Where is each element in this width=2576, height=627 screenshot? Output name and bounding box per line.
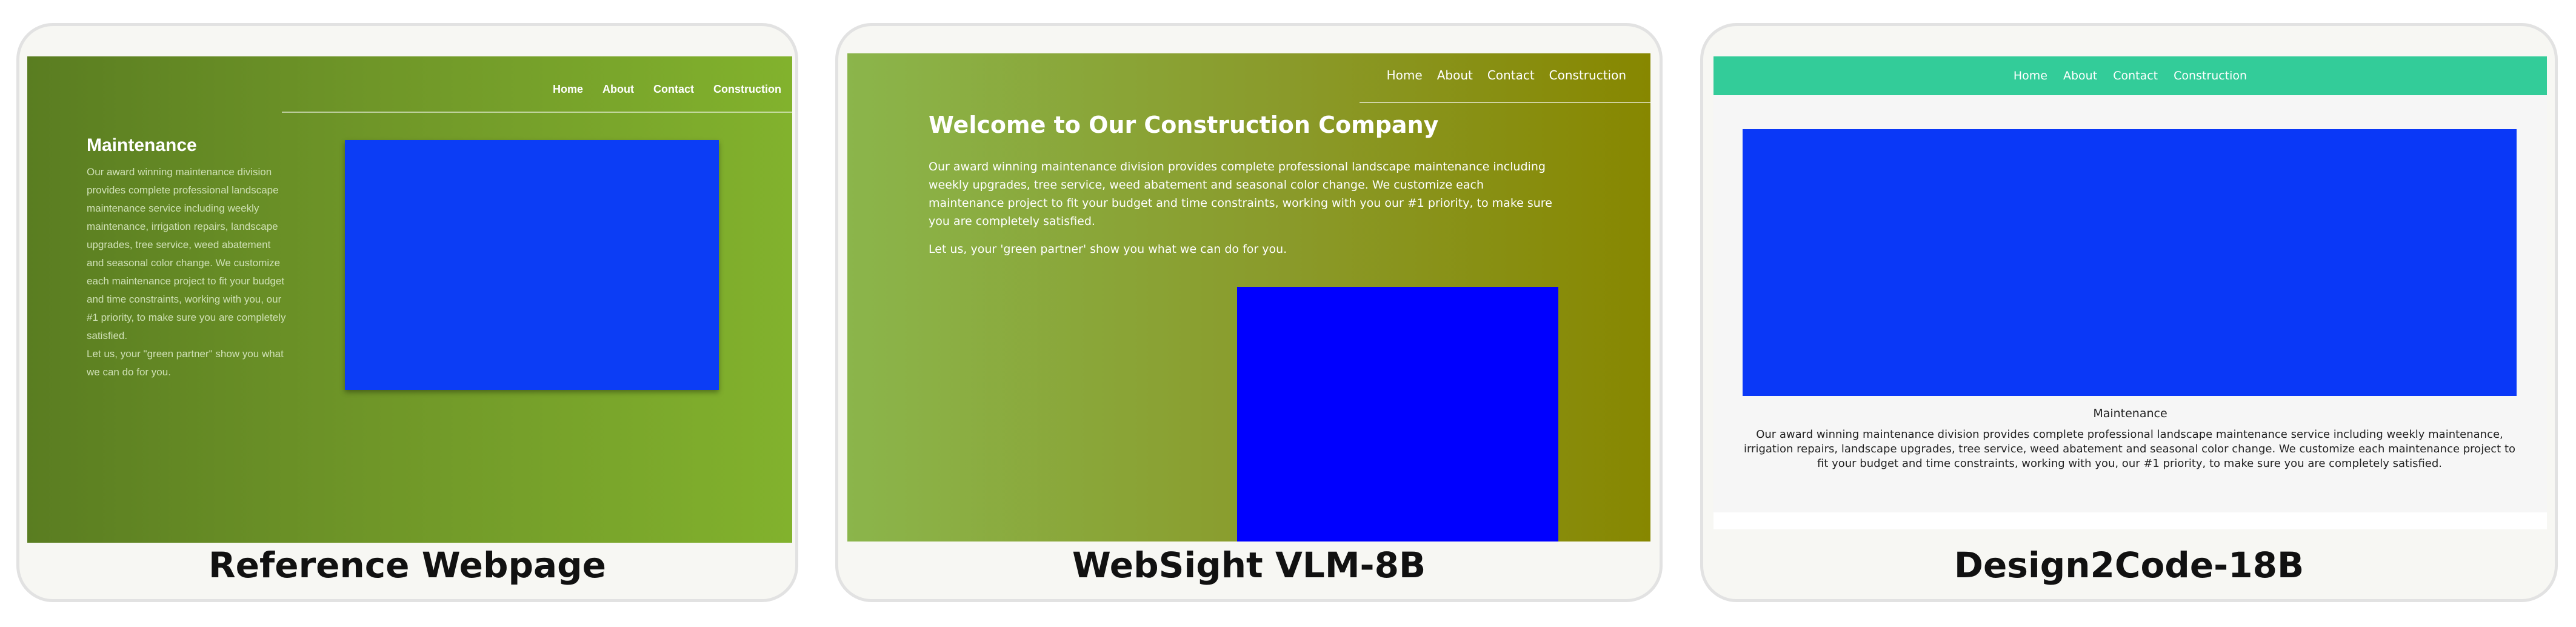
nav-construction-link[interactable]: Construction xyxy=(1549,68,1626,82)
nav-home-link[interactable]: Home xyxy=(553,83,583,96)
design2code-screenshot: Home About Contact Construction Maintena… xyxy=(1713,56,2547,529)
nav-contact-link[interactable]: Contact xyxy=(653,83,694,96)
reference-screenshot: Home About Contact Construction Maintena… xyxy=(27,56,792,543)
image-placeholder xyxy=(1743,129,2517,396)
design2code-nav: Home About Contact Construction xyxy=(1713,56,2547,95)
panel-caption: Reference Webpage xyxy=(209,545,606,586)
websight-panel: Home About Contact Construction Welcome … xyxy=(835,23,1663,602)
reference-panel: Home About Contact Construction Maintena… xyxy=(16,23,798,602)
paragraph: Our award winning maintenance division p… xyxy=(929,160,1552,228)
panel-caption: Design2Code-18B xyxy=(1954,545,2304,586)
paragraph: Our award winning maintenance division p… xyxy=(87,166,286,341)
hero-title: Welcome to Our Construction Company xyxy=(929,112,1439,138)
nav-home-link[interactable]: Home xyxy=(2014,69,2047,82)
nav-contact-link[interactable]: Contact xyxy=(2113,69,2158,82)
nav-construction-link[interactable]: Construction xyxy=(2174,69,2247,82)
footer xyxy=(1713,512,2547,529)
image-placeholder xyxy=(345,140,719,390)
nav-home-link[interactable]: Home xyxy=(1387,68,1423,82)
section-title: Maintenance xyxy=(2093,407,2167,420)
reference-nav: Home About Contact Construction xyxy=(553,83,781,96)
websight-screenshot: Home About Contact Construction Welcome … xyxy=(847,53,1650,542)
nav-about-link[interactable]: About xyxy=(602,83,634,96)
nav-divider xyxy=(282,112,792,113)
hero-text: Our award winning maintenance division p… xyxy=(929,158,1562,268)
nav-about-link[interactable]: About xyxy=(1437,68,1473,82)
section-text: Our award winning maintenance division p… xyxy=(87,163,290,381)
design2code-panel: Home About Contact Construction Maintena… xyxy=(1700,23,2558,602)
panel-caption: WebSight VLM-8B xyxy=(1072,545,1426,586)
section-text: Our award winning maintenance division p… xyxy=(1743,428,2516,470)
websight-nav: Home About Contact Construction xyxy=(1387,68,1626,82)
section-title: Maintenance xyxy=(87,135,197,155)
nav-divider xyxy=(1360,102,1650,103)
nav-about-link[interactable]: About xyxy=(2063,69,2097,82)
image-placeholder xyxy=(1237,287,1558,542)
paragraph: Let us, your 'green partner' show you wh… xyxy=(929,243,1287,256)
nav-contact-link[interactable]: Contact xyxy=(1487,68,1535,82)
paragraph: Let us, your "green partner" show you wh… xyxy=(87,348,284,378)
nav-construction-link[interactable]: Construction xyxy=(713,83,781,96)
